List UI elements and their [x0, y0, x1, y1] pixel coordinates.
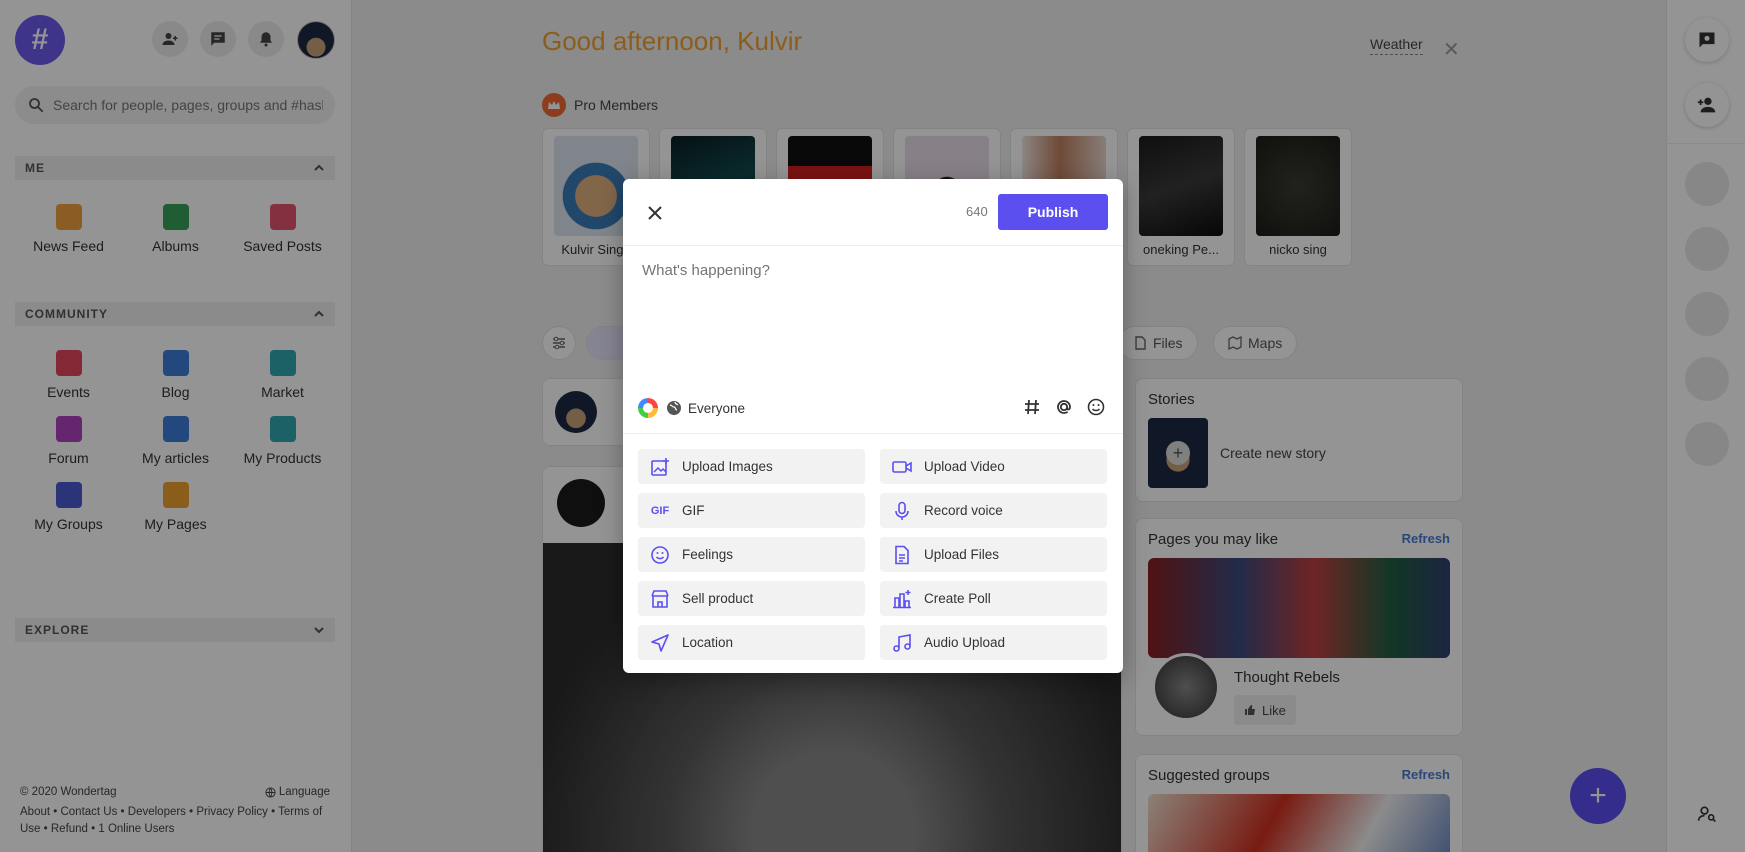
upload-images-label: Upload Images [682, 459, 773, 474]
post-privacy-row: Everyone [638, 398, 745, 418]
gif-label: GIF [682, 503, 705, 518]
store-icon [650, 589, 670, 609]
gif-icon: GIF [650, 504, 670, 517]
globe-icon [667, 401, 681, 415]
smiley-icon [650, 545, 670, 565]
audio-upload-label: Audio Upload [924, 635, 1006, 650]
post-text-input[interactable] [642, 262, 1102, 372]
gif-button[interactable]: GIF GIF [638, 493, 865, 528]
video-icon [892, 457, 912, 477]
microphone-icon [892, 501, 912, 521]
post-actions: Upload Images Upload Video GIF GIF Recor… [638, 449, 1108, 660]
audio-upload-button[interactable]: Audio Upload [880, 625, 1107, 660]
sell-product-button[interactable]: Sell product [638, 581, 865, 616]
upload-images-button[interactable]: Upload Images [638, 449, 865, 484]
record-voice-button[interactable]: Record voice [880, 493, 1107, 528]
hashtag-icon[interactable] [1023, 398, 1041, 416]
publish-button[interactable]: Publish [998, 194, 1108, 230]
feelings-button[interactable]: Feelings [638, 537, 865, 572]
sell-product-label: Sell product [682, 591, 754, 606]
privacy-selector[interactable]: Everyone [666, 400, 745, 416]
location-button[interactable]: Location [638, 625, 865, 660]
privacy-label: Everyone [688, 400, 746, 416]
create-post-modal: 640 Publish Everyone Upload Images Uploa… [623, 179, 1123, 673]
upload-video-button[interactable]: Upload Video [880, 449, 1107, 484]
color-picker-icon[interactable] [638, 398, 658, 418]
music-note-icon [892, 633, 912, 653]
post-tools [1023, 398, 1105, 416]
file-upload-icon [892, 545, 912, 565]
image-upload-icon [650, 457, 670, 477]
record-voice-label: Record voice [924, 503, 1003, 518]
feelings-label: Feelings [682, 547, 734, 562]
create-poll-label: Create Poll [924, 591, 991, 606]
upload-files-button[interactable]: Upload Files [880, 537, 1107, 572]
upload-files-label: Upload Files [924, 547, 1000, 562]
location-arrow-icon [650, 633, 670, 653]
emoji-icon[interactable] [1087, 398, 1105, 416]
mention-icon[interactable] [1055, 398, 1073, 416]
poll-icon [892, 589, 912, 609]
modal-divider [623, 433, 1123, 434]
create-poll-button[interactable]: Create Poll [880, 581, 1107, 616]
location-label: Location [682, 635, 734, 650]
character-count: 640 [966, 204, 988, 219]
close-icon[interactable] [643, 201, 667, 225]
upload-video-label: Upload Video [924, 459, 1005, 474]
modal-divider [623, 245, 1123, 246]
